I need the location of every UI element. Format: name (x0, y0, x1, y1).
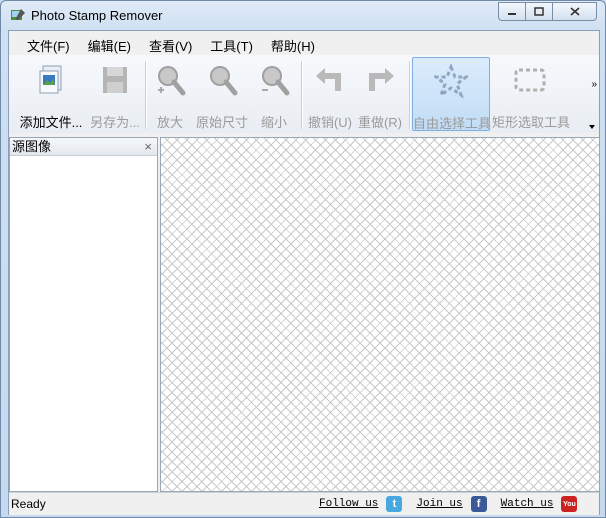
undo-button[interactable]: 撤销(U) (305, 57, 355, 130)
toolbar-dropdown-icon[interactable] (589, 125, 595, 129)
save-icon (103, 67, 127, 93)
twitter-icon[interactable]: t (386, 496, 403, 512)
status-text: Ready (11, 497, 46, 511)
redo-button[interactable]: 重做(R) (355, 57, 405, 130)
source-image-panel: 源图像 × (9, 137, 158, 492)
original-size-button[interactable]: 原始尺寸 (194, 57, 250, 130)
maximize-icon (534, 7, 544, 16)
zoom-in-label: 放大 (156, 115, 183, 130)
window-title: Photo Stamp Remover (31, 8, 163, 23)
maximize-button[interactable] (525, 2, 552, 21)
zoom-in-button[interactable]: 放大 (149, 57, 191, 130)
app-icon (11, 9, 25, 20)
follow-us-link[interactable]: Follow us (319, 498, 378, 510)
menu-view[interactable]: 查看(V) (139, 33, 200, 55)
client-area: 文件(F) 编辑(E) 查看(V) 工具(T) 帮助(H) 添加文件... 另存… (8, 30, 600, 515)
youtube-icon[interactable]: You (561, 496, 578, 512)
watch-us-link[interactable]: Watch us (501, 498, 554, 510)
undo-icon (316, 68, 341, 91)
panel-close-icon[interactable]: × (144, 138, 152, 155)
add-file-label: 添加文件... (19, 115, 83, 130)
rect-select-icon (514, 68, 546, 92)
rect-select-label: 矩形选取工具 (492, 115, 571, 130)
title-bar[interactable]: Photo Stamp Remover (1, 1, 605, 29)
menu-tools[interactable]: 工具(T) (200, 33, 261, 55)
original-size-icon (210, 66, 238, 96)
toolbar: 添加文件... 另存为... 放大 原始尺寸 缩小 撤销(U) 重做(R) 自由… (9, 55, 599, 133)
social-links: Follow us t Join us f Watch us You (319, 496, 578, 512)
add-file-button[interactable]: 添加文件... (15, 57, 87, 130)
app-window: Photo Stamp Remover 文件(F) 编辑(E) 查看(V) 工具… (0, 0, 606, 518)
save-as-label: 另存为... (90, 115, 140, 130)
rect-select-tool-button[interactable]: 矩形选取工具 (492, 57, 571, 130)
menu-help[interactable]: 帮助(H) (261, 33, 323, 55)
original-size-label: 原始尺寸 (195, 115, 248, 130)
undo-label: 撤销(U) (307, 115, 353, 130)
facebook-icon[interactable]: f (470, 496, 487, 512)
menu-edit[interactable]: 编辑(E) (78, 33, 139, 55)
save-as-button[interactable]: 另存为... (87, 57, 143, 130)
free-select-label: 自由选择工具 (413, 116, 492, 131)
close-icon (569, 7, 580, 16)
toolbar-overflow-chevron[interactable]: » (591, 79, 597, 90)
redo-icon (369, 68, 394, 91)
minimize-icon (508, 12, 516, 15)
zoom-out-icon (262, 66, 290, 96)
zoom-out-button[interactable]: 缩小 (253, 57, 295, 130)
menu-bar: 文件(F) 编辑(E) 查看(V) 工具(T) 帮助(H) (13, 33, 323, 55)
panel-header: 源图像 × (10, 138, 157, 156)
zoom-in-icon (158, 66, 186, 96)
redo-label: 重做(R) (357, 115, 403, 130)
close-button[interactable] (552, 2, 597, 21)
zoom-out-label: 缩小 (260, 115, 287, 130)
status-bar: Ready Follow us t Join us f Watch us You (9, 492, 599, 515)
panel-title: 源图像 (12, 139, 52, 154)
menu-file[interactable]: 文件(F) (13, 33, 78, 55)
free-select-tool-button[interactable]: 自由选择工具 (412, 57, 492, 131)
free-select-star-icon (434, 64, 468, 98)
join-us-link[interactable]: Join us (416, 498, 462, 510)
add-file-icon (39, 65, 62, 94)
image-canvas[interactable] (160, 137, 600, 492)
minimize-button[interactable] (498, 2, 525, 21)
